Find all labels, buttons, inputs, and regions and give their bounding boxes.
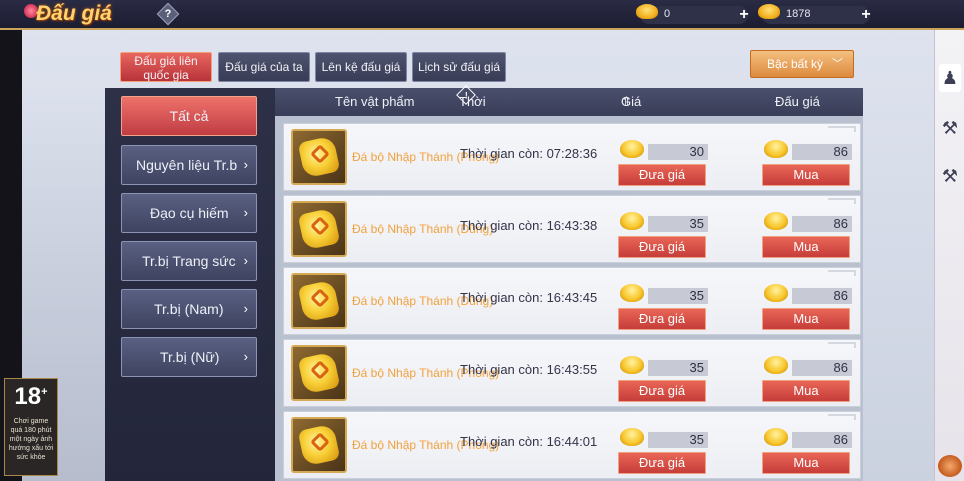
auction-list: Tên vật phẩm !Thời gian còn Giá hiện tại…: [275, 85, 863, 481]
gold-ingot-icon: [764, 284, 788, 302]
col-item-name[interactable]: Tên vật phẩm: [335, 88, 415, 116]
category-male-equipment[interactable]: Tr.bị (Nam) ›: [121, 289, 257, 329]
time-left: Thời gian còn: 16:43:55: [460, 362, 598, 377]
buyout-price: 86: [792, 288, 852, 304]
row-corner-deco: [828, 198, 856, 204]
buy-button[interactable]: Mua: [762, 236, 850, 258]
tab-list-item[interactable]: Lên kệ đấu giá: [315, 52, 407, 82]
category-female-equipment[interactable]: Tr.bị (Nữ) ›: [121, 337, 257, 377]
gavel-tab-icon[interactable]: ⚒: [939, 114, 961, 142]
current-price: 35: [648, 216, 708, 232]
bid-button[interactable]: Đưa giá: [618, 236, 706, 258]
gold-ingot-icon: [764, 212, 788, 230]
gold-ingot-icon: [764, 428, 788, 446]
gold-ingot-icon: [620, 284, 644, 302]
chevron-down-icon: ﹀: [832, 58, 843, 70]
auction-row: Đá bộ Nhập Thánh (Phong) Thời gian còn: …: [283, 411, 861, 479]
gold-ingot-icon: [620, 140, 644, 158]
bound-ingot-icon: [758, 4, 780, 19]
arrow-right-icon: ›: [243, 253, 248, 268]
arrow-right-icon: ›: [243, 157, 248, 172]
row-corner-deco: [828, 126, 856, 132]
add-gold-button[interactable]: +: [736, 7, 752, 23]
item-thumbnail[interactable]: [291, 129, 347, 185]
auction-screen: Đấu giá ? 0 + 1878 + ♟ ⚒ ⚒ Đấu giá liên …: [0, 0, 964, 481]
tiger-deco-icon: [938, 455, 962, 477]
bound-currency: 1878 +: [758, 4, 871, 24]
current-price: 30: [648, 144, 708, 160]
tab-auction-history[interactable]: Lịch sử đấu giá: [412, 52, 506, 82]
row-corner-deco: [828, 414, 856, 420]
gold-ingot-icon: [620, 212, 644, 230]
col-bid[interactable]: Đấu giá: [775, 88, 820, 116]
auction-row: Đá bộ Nhập Thánh (Phong) Thời gian còn: …: [283, 123, 861, 191]
item-thumbnail[interactable]: [291, 345, 347, 401]
time-left: Thời gian còn: 16:43:38: [460, 218, 598, 233]
bid-button[interactable]: Đưa giá: [618, 164, 706, 186]
auction-row: Đá bộ Nhập Thánh (Dũng) Thời gian còn: 1…: [283, 195, 861, 263]
current-price: 35: [648, 360, 708, 376]
buyout-price: 86: [792, 216, 852, 232]
help-icon[interactable]: ?: [156, 2, 180, 26]
category-all[interactable]: Tất cả: [121, 96, 257, 136]
gold-ingot-icon: [764, 356, 788, 374]
page-title: Đấu giá: [36, 2, 112, 25]
time-left: Thời gian còn: 07:28:36: [460, 146, 598, 161]
category-equipment-material[interactable]: Nguyên liệu Tr.b ›: [121, 145, 257, 185]
buy-button[interactable]: Mua: [762, 380, 850, 402]
bound-amount: 1878: [786, 8, 811, 20]
list-header: Tên vật phẩm !Thời gian còn Giá hiện tại…: [275, 85, 863, 165]
age-rating-badge: 18+ Chơi game quá 180 phút một ngày ảnh …: [4, 378, 58, 476]
gold-currency: 0 +: [636, 4, 749, 24]
gold-ingot-icon: [636, 4, 658, 19]
right-rail: ♟ ⚒ ⚒: [934, 30, 964, 481]
top-bar: Đấu giá ? 0 + 1878 +: [0, 0, 964, 30]
gold-ingot-icon: [764, 140, 788, 158]
tab-cross-country-auction[interactable]: Đấu giá liên quốc gia: [120, 52, 212, 82]
category-rare-item[interactable]: Đạo cụ hiếm ›: [121, 193, 257, 233]
item-thumbnail[interactable]: [291, 273, 347, 329]
sort-up-icon: ⇑: [621, 94, 632, 109]
buy-button[interactable]: Mua: [762, 452, 850, 474]
buyout-price: 86: [792, 144, 852, 160]
add-bound-button[interactable]: +: [858, 7, 874, 23]
bid-button[interactable]: Đưa giá: [618, 380, 706, 402]
gold-amount: 0: [664, 8, 671, 20]
tier-filter-dropdown[interactable]: Bậc bất kỳ ﹀: [750, 50, 854, 78]
time-left: Thời gian còn: 16:43:45: [460, 290, 598, 305]
arrow-right-icon: ›: [243, 205, 248, 220]
bid-button[interactable]: Đưa giá: [618, 308, 706, 330]
tab-my-auction[interactable]: Đấu giá của ta: [218, 52, 310, 82]
auction-row: Đá bộ Nhập Thánh (Phong) Thời gian còn: …: [283, 339, 861, 407]
row-corner-deco: [828, 270, 856, 276]
auction-row: Đá bộ Nhập Thánh (Dũng) Thời gian còn: 1…: [283, 267, 861, 335]
gold-ingot-icon: [620, 356, 644, 374]
buyout-price: 86: [792, 432, 852, 448]
buy-button[interactable]: Mua: [762, 308, 850, 330]
time-left: Thời gian còn: 16:44:01: [460, 434, 598, 449]
arrow-right-icon: ›: [243, 301, 248, 316]
gold-ingot-icon: [620, 428, 644, 446]
row-corner-deco: [828, 342, 856, 348]
buy-button[interactable]: Mua: [762, 164, 850, 186]
category-jewelry[interactable]: Tr.bị Trang sức ›: [121, 241, 257, 281]
age-number: 18+: [14, 383, 48, 410]
arrow-right-icon: ›: [243, 349, 248, 364]
buyout-price: 86: [792, 360, 852, 376]
current-price: 35: [648, 432, 708, 448]
age-warning-text: Chơi game quá 180 phút một ngày ảnh hưởn…: [8, 418, 54, 461]
item-thumbnail[interactable]: [291, 201, 347, 257]
category-sidebar: Tất cả Nguyên liệu Tr.b › Đạo cụ hiếm › …: [105, 88, 275, 481]
auction-tab-icon[interactable]: ♟: [939, 64, 961, 92]
item-thumbnail[interactable]: [291, 417, 347, 473]
bid-button[interactable]: Đưa giá: [618, 452, 706, 474]
gavel-tab-icon-2[interactable]: ⚒: [939, 162, 961, 190]
current-price: 35: [648, 288, 708, 304]
